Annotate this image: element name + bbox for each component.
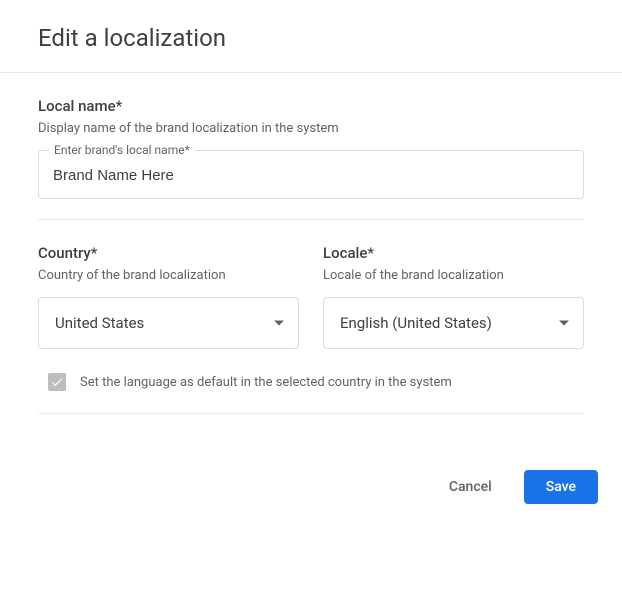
locale-select[interactable]: English (United States) (323, 297, 584, 349)
locale-label: Locale* (323, 244, 584, 262)
dialog-title: Edit a localization (38, 24, 584, 52)
local-name-section: Local name* Display name of the brand lo… (38, 97, 584, 199)
locale-selected-value: English (United States) (340, 314, 492, 332)
country-label: Country* (38, 244, 299, 262)
default-language-label: Set the language as default in the selec… (80, 375, 452, 390)
edit-localization-dialog: Edit a localization Local name* Display … (0, 0, 622, 528)
local-name-description: Display name of the brand localization i… (38, 121, 584, 136)
dialog-header: Edit a localization (0, 0, 622, 73)
caret-down-icon (559, 321, 569, 326)
dialog-body: Local name* Display name of the brand lo… (0, 73, 622, 414)
locale-description: Locale of the brand localization (323, 268, 584, 283)
local-name-floating-label: Enter brand's local name* (49, 143, 195, 157)
local-name-field[interactable]: Enter brand's local name* (38, 150, 584, 199)
default-language-row[interactable]: Set the language as default in the selec… (38, 349, 584, 413)
country-description: Country of the brand localization (38, 268, 299, 283)
default-language-checkbox[interactable] (48, 373, 66, 391)
check-icon (50, 375, 64, 389)
country-select[interactable]: United States (38, 297, 299, 349)
country-section: Country* Country of the brand localizati… (38, 244, 299, 349)
caret-down-icon (274, 321, 284, 326)
country-locale-row: Country* Country of the brand localizati… (38, 220, 584, 349)
local-name-label: Local name* (38, 97, 584, 115)
local-name-input[interactable] (53, 167, 569, 184)
locale-section: Locale* Locale of the brand localization… (323, 244, 584, 349)
save-button[interactable]: Save (524, 470, 598, 504)
country-selected-value: United States (55, 314, 144, 332)
cancel-button[interactable]: Cancel (427, 470, 514, 504)
dialog-footer: Cancel Save (0, 414, 622, 528)
